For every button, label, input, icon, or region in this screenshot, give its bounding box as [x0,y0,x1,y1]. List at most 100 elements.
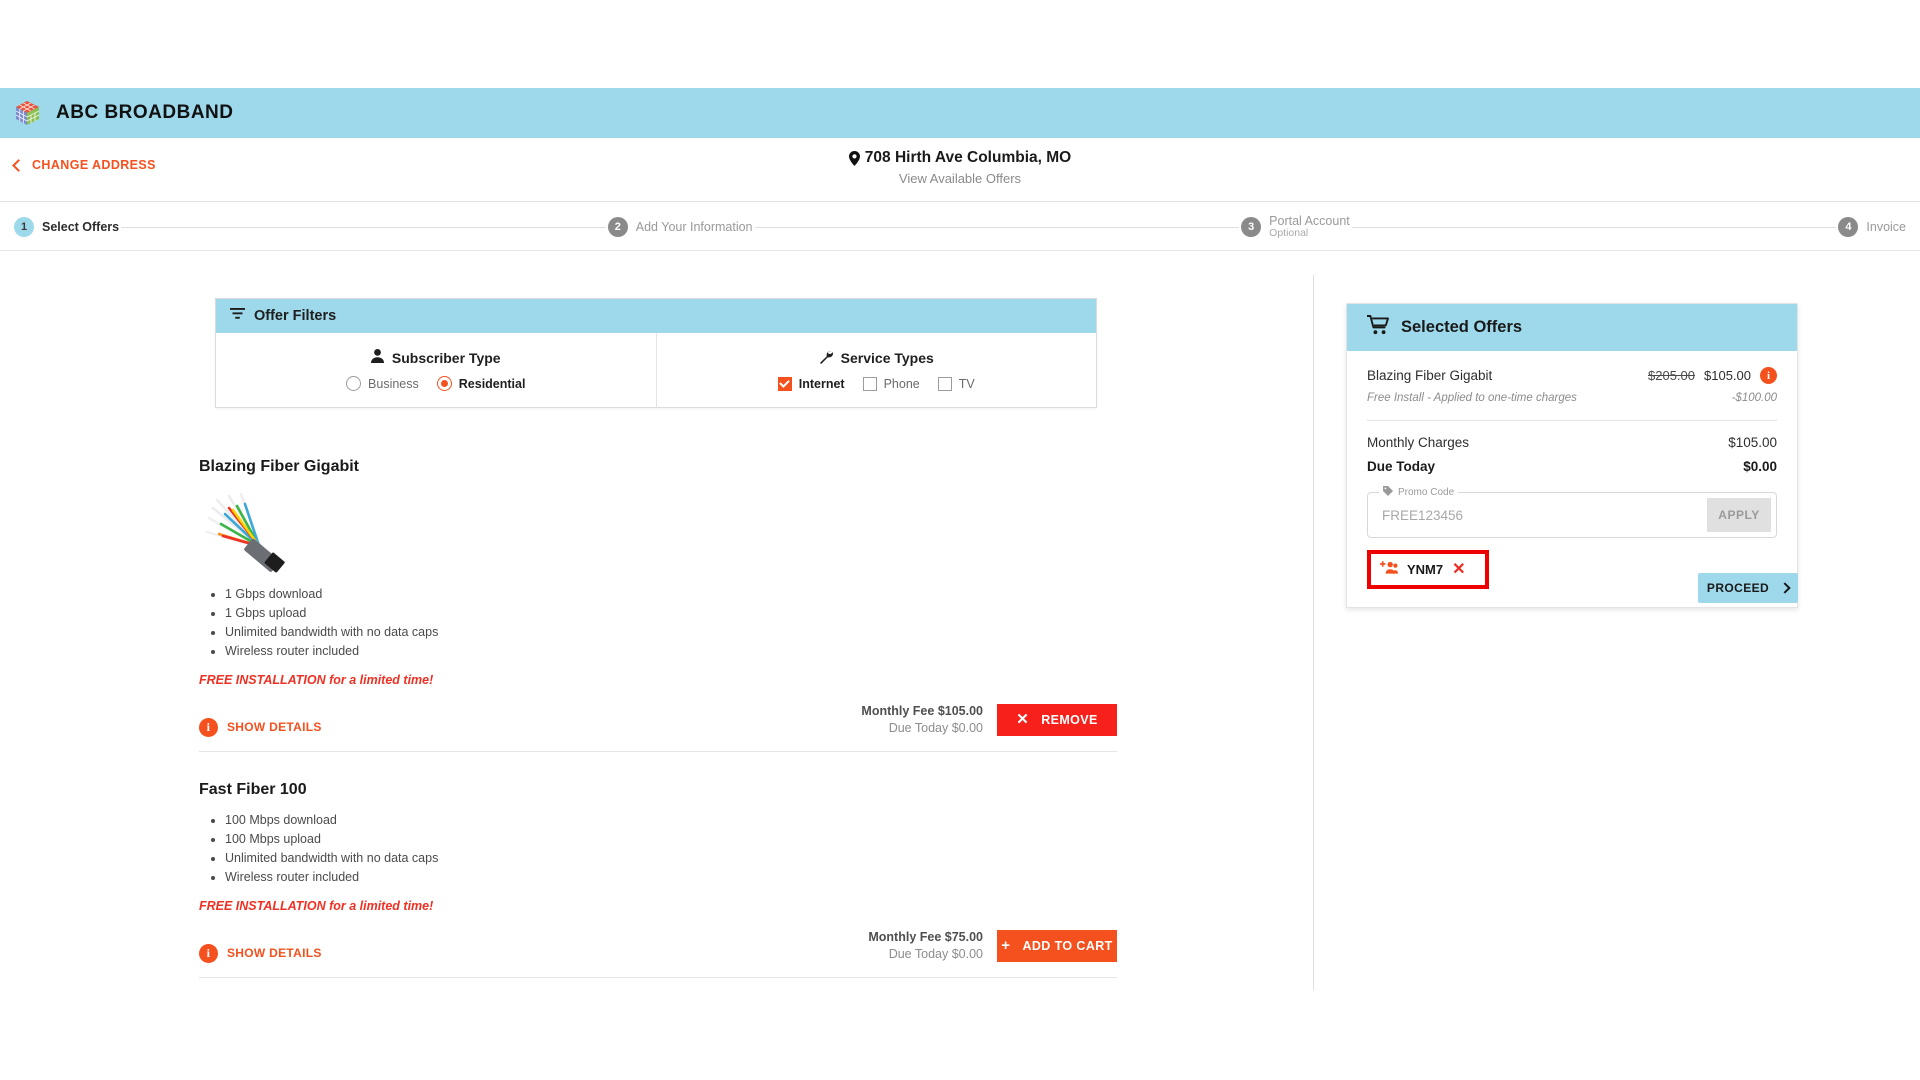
promo-code-legend-text: Promo Code [1398,487,1455,498]
discount-value: -$100.00 [1731,392,1777,404]
selected-offers-header: Selected Offers [1347,304,1797,351]
step-label: Invoice [1866,219,1907,234]
step-sublabel: Optional [1269,227,1309,240]
address-subtitle: View Available Offers [898,171,1022,186]
proceed-row: PROCEED [1346,573,1798,603]
brand-header: ABC BROADBAND [0,88,1920,138]
plus-icon: + [1001,937,1011,955]
selected-offer-original-price: $205.00 [1648,368,1695,383]
apply-promo-button[interactable]: APPLY [1707,498,1771,532]
offer-price-block: Monthly Fee $75.00 Due Today $0.00 [868,929,983,963]
add-to-cart-button[interactable]: + ADD TO CART [997,929,1117,962]
brand-name: ABC BROADBAND [56,102,234,123]
subscriber-type-label: Subscriber Type [391,349,501,366]
monthly-charges-row: Monthly Charges $105.00 [1367,435,1777,450]
checkbox-tv[interactable]: TV [937,376,975,391]
step-connector [754,226,1240,228]
wrench-icon [819,350,833,367]
step-select-offers[interactable]: 1 Select Offers [12,217,121,237]
selected-offer-row: Blazing Fiber Gigabit $205.00 $105.00 i [1367,367,1777,384]
offer-feature-list: 100 Mbps download 100 Mbps upload Unlimi… [225,811,1117,887]
cube-logo-icon [14,98,44,128]
step-add-your-information[interactable]: 2 Add Your Information [606,217,755,237]
list-item: Wireless router included [225,868,1117,887]
close-x-icon: ✕ [1016,711,1030,729]
checkbox-internet-icon [777,376,792,391]
info-icon: i [199,717,218,737]
radio-business[interactable]: Business [346,376,419,391]
selected-offers-column: Selected Offers Blazing Fiber Gigabit $2… [1313,251,1920,1080]
filter-icon [230,307,245,325]
checkbox-internet-label: Internet [798,376,845,391]
list-item: Unlimited bandwidth with no data caps [225,623,1117,642]
show-details-button[interactable]: i SHOW DETAILS [199,717,322,737]
step-label: Add Your Information [635,219,753,234]
address-summary: 708 Hirth Ave Columbia, MO View Availabl… [0,149,1920,186]
selected-offer-discount-row: Free Install - Applied to one-time charg… [1367,392,1777,404]
selected-offers-title: Selected Offers [1401,318,1523,336]
show-details-label: SHOW DETAILS [227,946,322,961]
subscriber-type-filter: Subscriber Type Business Residential [216,333,656,407]
due-today-row: Due Today $0.00 [1367,459,1777,474]
radio-residential-label: Residential [458,376,526,391]
offer-filters-panel: Offer Filters Subscriber Type Business R… [215,298,1097,408]
offer-feature-list: 1 Gbps download 1 Gbps upload Unlimited … [225,585,1117,661]
proceed-button[interactable]: PROCEED [1698,573,1798,603]
promo-code-input[interactable] [1368,507,1707,523]
step-number: 3 [1241,216,1262,237]
remove-button-label: REMOVE [1041,712,1098,727]
step-connector [1351,226,1837,228]
step-connector [121,226,606,228]
offer-monthly-fee: Monthly Fee $105.00 [861,704,983,718]
offer-promo-text: FREE INSTALLATION for a limited time! [199,899,434,913]
offer-filters-header: Offer Filters [216,299,1096,333]
address-text: 708 Hirth Ave Columbia, MO [864,149,1072,166]
list-item: 1 Gbps upload [225,604,1117,623]
list-item: Wireless router included [225,642,1117,661]
selected-offer-name: Blazing Fiber Gigabit [1367,368,1493,383]
step-number: 1 [14,217,34,237]
checkbox-phone-icon [862,376,877,391]
selected-offer-current-price: $105.00 [1704,368,1751,383]
offer-card-blazing-fiber-gigabit: Blazing Fiber Gigabit • 1 Gbps download … [199,458,1117,752]
list-item: Unlimited bandwidth with no data caps [225,849,1117,868]
promo-code-legend: Promo Code [1379,486,1459,499]
due-today-value: $0.00 [1743,459,1777,474]
show-details-label: SHOW DETAILS [227,720,322,735]
offer-card-fast-fiber-100: Fast Fiber 100 100 Mbps download 100 Mbp… [199,781,1117,978]
checkbox-tv-icon [937,376,952,391]
radio-residential-icon [436,376,452,391]
info-icon[interactable]: i [1760,367,1777,384]
list-item: 100 Mbps upload [225,830,1117,849]
person-icon [370,349,384,366]
due-today-label: Due Today [1367,459,1436,474]
step-number: 2 [607,217,628,237]
checkbox-internet[interactable]: Internet [777,376,845,391]
offer-promo-text: FREE INSTALLATION for a limited time! [199,673,434,687]
step-label: Select Offers [42,219,120,234]
offer-due-today: Due Today $0.00 [888,720,983,735]
tag-icon [1383,486,1393,499]
divider [1367,420,1777,421]
offer-price-block: Monthly Fee $105.00 Due Today $0.00 [861,703,983,737]
progress-stepper: 1 Select Offers 2 Add Your Information 3… [0,203,1920,251]
service-types-filter: Service Types Internet Phone TV [655,333,1097,407]
address-bar: CHANGE ADDRESS 708 Hirth Ave Columbia, M… [0,138,1920,202]
checkbox-phone[interactable]: Phone [862,376,920,391]
step-invoice[interactable]: 4 Invoice [1836,217,1908,237]
show-details-button[interactable]: i SHOW DETAILS [199,943,322,963]
add-to-cart-button-label: ADD TO CART [1022,938,1113,953]
offer-filters-title: Offer Filters [254,308,337,324]
map-pin-icon [848,150,860,166]
shopping-cart-icon [1366,315,1389,340]
radio-residential[interactable]: Residential [436,376,526,391]
checkbox-tv-label: TV [958,376,975,391]
radio-business-icon [346,376,362,391]
discount-label: Free Install - Applied to one-time charg… [1367,392,1577,404]
remove-button[interactable]: ✕ REMOVE [997,703,1117,736]
offer-title: Fast Fiber 100 [199,781,307,798]
offers-column: Offer Filters Subscriber Type Business R… [0,251,1313,1080]
step-portal-account[interactable]: 3 Portal Account Optional [1239,214,1352,240]
chevron-right-icon [1779,582,1791,594]
proceed-button-label: PROCEED [1706,581,1770,595]
